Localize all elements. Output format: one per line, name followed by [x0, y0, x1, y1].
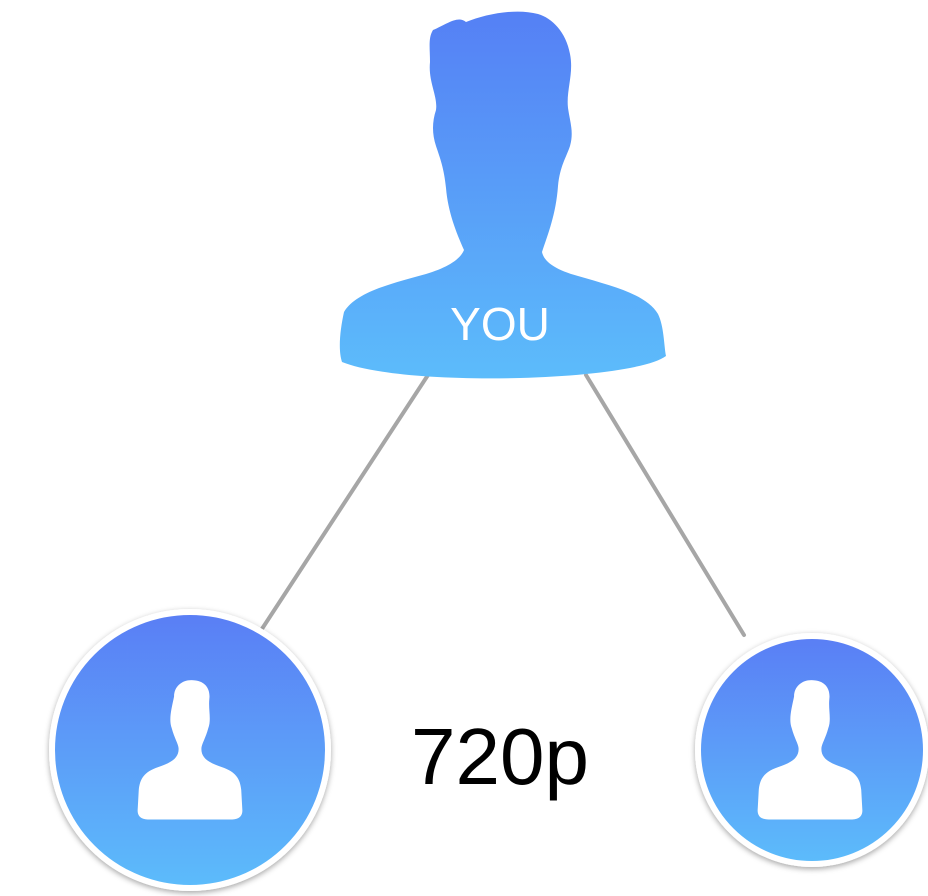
you-label: YOU: [450, 298, 550, 350]
quality-label: 720p: [411, 712, 589, 801]
connector-left: [256, 373, 430, 637]
network-diagram: YOU 720p: [49, 11, 928, 891]
connector-right: [584, 373, 746, 637]
